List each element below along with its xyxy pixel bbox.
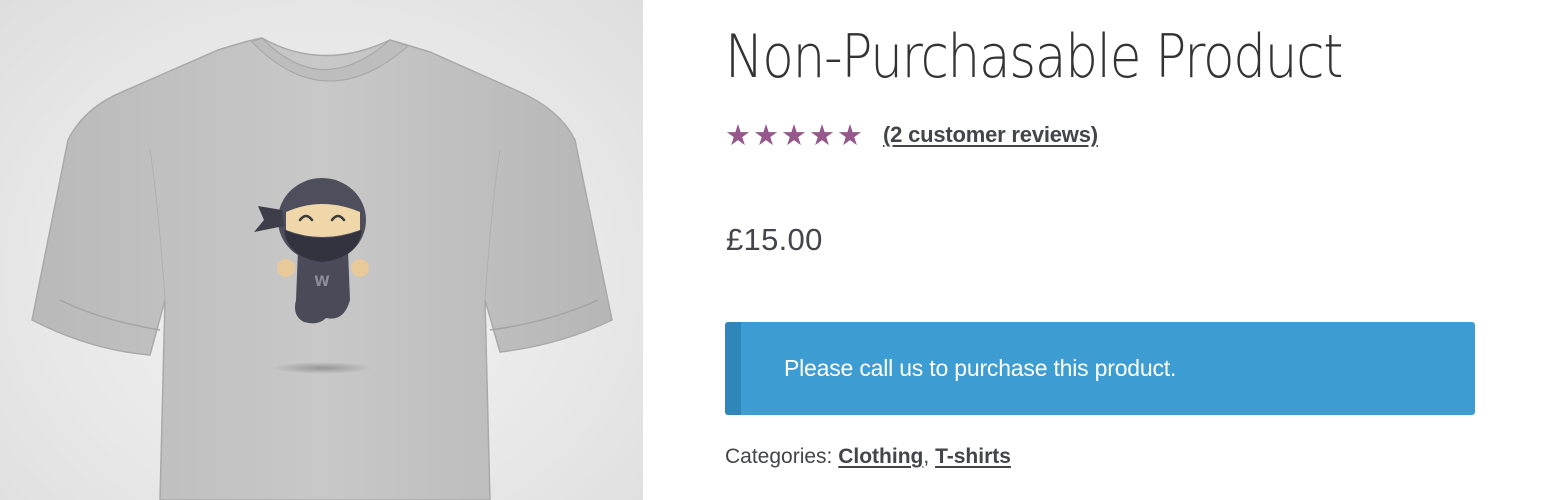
product-gallery[interactable]: W xyxy=(0,0,643,500)
star-rating: ★ ★ ★ ★ ★ xyxy=(725,120,863,150)
product-rating: ★ ★ ★ ★ ★ (2 customer reviews) xyxy=(725,120,1098,150)
star-icon: ★ xyxy=(837,118,863,152)
categories-label: Categories: xyxy=(725,445,833,468)
notice-message: Please call us to purchase this product. xyxy=(784,355,1177,381)
customer-reviews-link[interactable]: (2 customer reviews) xyxy=(883,122,1098,148)
product-title: Non-Purchasable Product xyxy=(725,22,1343,92)
product-price: £15.00 xyxy=(726,222,823,257)
product-categories: Categories: Clothing, T-shirts xyxy=(725,445,1011,469)
product-summary: Non-Purchasable Product ★ ★ ★ ★ ★ (2 custome… xyxy=(725,0,1475,500)
product-image[interactable]: W xyxy=(0,0,643,500)
info-notice: Please call us to purchase this product. xyxy=(725,322,1475,415)
svg-text:W: W xyxy=(314,274,329,290)
star-icon: ★ xyxy=(781,118,807,152)
star-icon: ★ xyxy=(725,118,751,152)
star-icon: ★ xyxy=(809,118,835,152)
category-link-clothing[interactable]: Clothing xyxy=(838,445,923,468)
category-link-t-shirts[interactable]: T-shirts xyxy=(935,445,1011,468)
star-icon: ★ xyxy=(753,118,779,152)
category-separator: , xyxy=(923,445,930,468)
